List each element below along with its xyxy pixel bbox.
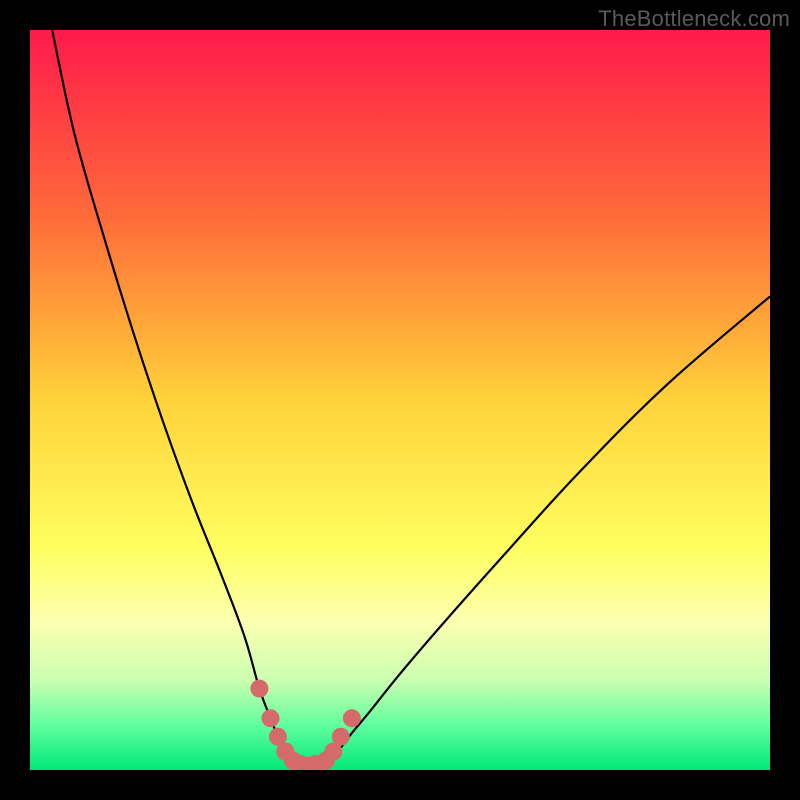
marker-dot xyxy=(332,728,350,746)
chart-plot-area xyxy=(30,30,770,770)
chart-svg xyxy=(30,30,770,770)
marker-dot xyxy=(250,680,268,698)
marker-dot xyxy=(262,709,280,727)
watermark-text: TheBottleneck.com xyxy=(598,6,790,32)
marker-dot xyxy=(343,709,361,727)
gradient-background xyxy=(30,30,770,770)
chart-stage: TheBottleneck.com xyxy=(0,0,800,800)
